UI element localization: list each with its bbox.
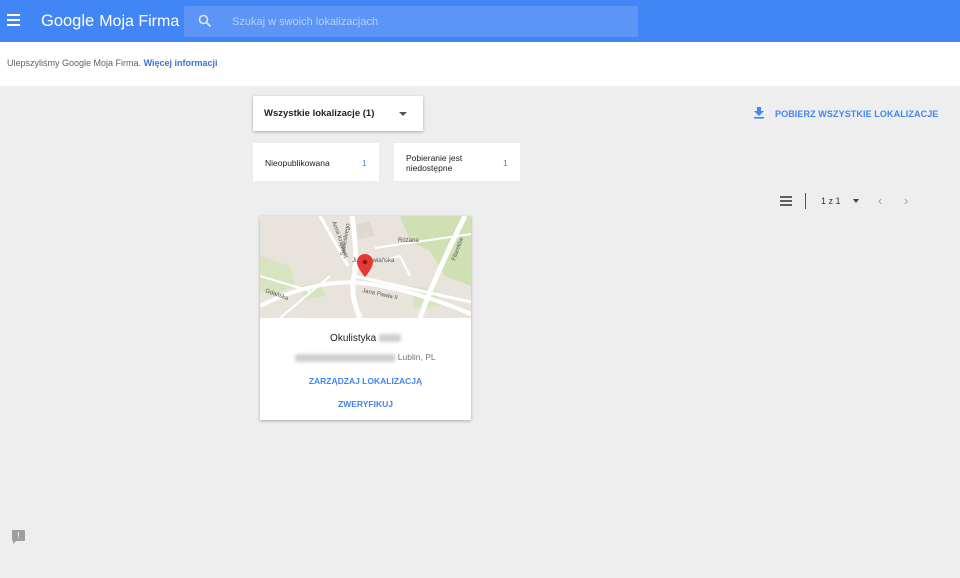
stat-label-line2: niedostępne <box>406 163 453 173</box>
brand-google: Google <box>41 12 95 30</box>
filter-label: Wszystkie lokalizacje (1) <box>264 108 375 119</box>
stat-count: 1 <box>362 158 367 168</box>
location-name-text: Okulistyka <box>330 333 377 344</box>
list-view-icon[interactable] <box>780 196 792 206</box>
chevron-left-icon[interactable]: ‹ <box>878 194 882 207</box>
stat-label-line1: Pobieranie jest <box>406 153 463 163</box>
search-icon <box>198 14 212 28</box>
redacted-text <box>295 353 396 362</box>
redacted-text <box>378 334 401 343</box>
stat-unpublished[interactable]: Nieopublikowana 1 <box>253 143 379 181</box>
pager-divider <box>805 193 806 209</box>
pagination: 1 z 1 ‹ › <box>778 193 918 209</box>
address-city: Lublin, PL <box>397 352 436 362</box>
brand-logo[interactable]: Google Moja Firma <box>41 12 179 31</box>
search-bar[interactable] <box>184 6 638 37</box>
notice-text: Ulepszyliśmy Google Moja Firma. <box>7 58 142 68</box>
download-icon <box>754 107 764 119</box>
caret-down-icon <box>399 112 407 116</box>
stat-label: Pobieranie jest niedostępne <box>406 153 462 173</box>
stat-count: 1 <box>503 158 508 168</box>
page-indicator: 1 z 1 <box>821 196 841 206</box>
notice-text-wrap: Ulepszyliśmy Google Moja Firma. Więcej i… <box>7 58 218 68</box>
top-app-bar: Google Moja Firma <box>0 0 960 42</box>
location-filter-dropdown[interactable]: Wszystkie lokalizacje (1) <box>253 96 423 131</box>
feedback-icon[interactable]: ! <box>12 530 25 544</box>
manage-location-button[interactable]: ZARZĄDZAJ LOKALIZACJĄ <box>260 376 471 386</box>
stat-download-unavailable[interactable]: Pobieranie jest niedostępne 1 <box>394 143 520 181</box>
search-input[interactable] <box>232 6 622 37</box>
map-street-label: Różana <box>398 238 419 244</box>
page-size-caret-icon[interactable] <box>853 199 859 203</box>
location-name: Okulistyka <box>260 333 471 344</box>
download-label: POBIERZ WSZYSTKIE LOKALIZACJE <box>775 109 939 119</box>
location-address: Lublin, PL <box>260 352 471 362</box>
chevron-right-icon[interactable]: › <box>904 194 908 207</box>
more-info-link[interactable]: Więcej informacji <box>144 58 218 68</box>
menu-icon[interactable] <box>7 14 20 26</box>
map-image: Sobieskiego Armii Krajowej Różana Jugosł… <box>260 216 471 318</box>
notice-bar: Ulepszyliśmy Google Moja Firma. Więcej i… <box>0 42 960 86</box>
location-map[interactable]: Sobieskiego Armii Krajowej Różana Jugosł… <box>260 216 471 318</box>
brand-product: Moja Firma <box>99 13 180 30</box>
verify-button[interactable]: ZWERYFIKUJ <box>260 399 471 409</box>
location-card: Sobieskiego Armii Krajowej Różana Jugosł… <box>260 216 471 420</box>
stat-label: Nieopublikowana <box>265 158 330 168</box>
